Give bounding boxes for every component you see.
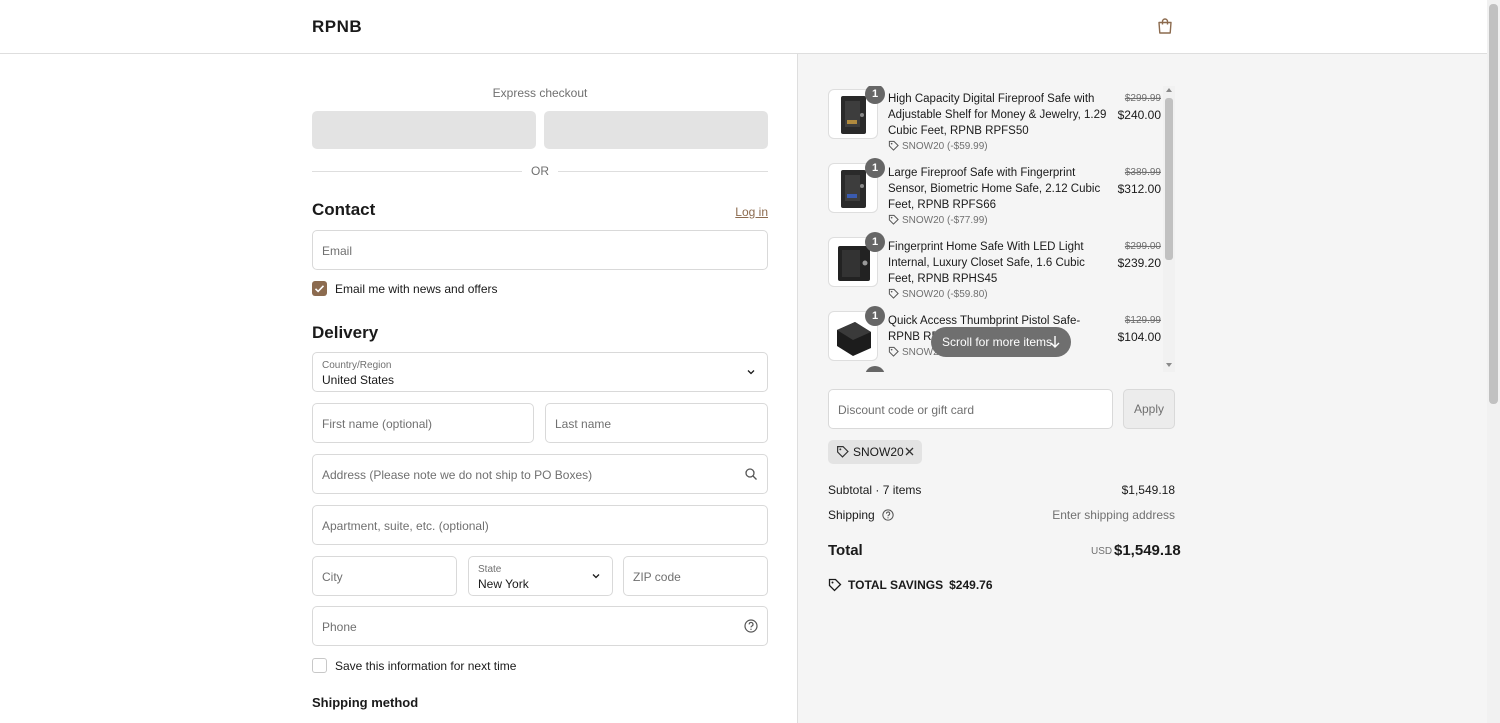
checkout-header: RPNB: [0, 0, 1487, 54]
email-field[interactable]: Email: [312, 230, 768, 270]
close-icon[interactable]: [904, 446, 915, 457]
total-savings: TOTAL SAVINGS $249.76: [828, 578, 993, 592]
total-value: $1,549.18: [1114, 542, 1181, 559]
city-field[interactable]: City: [312, 556, 457, 596]
news-offers-checkbox[interactable]: [312, 281, 327, 296]
tag-icon: [888, 288, 899, 299]
chevron-down-icon: [747, 370, 755, 375]
item-price: $104.00: [1117, 330, 1161, 344]
contact-title: Contact: [312, 200, 376, 219]
express-checkout-label: Express checkout: [492, 86, 588, 100]
item-original-price: $299.99: [1124, 93, 1161, 104]
delivery-title: Delivery: [312, 323, 379, 342]
tag-icon: [837, 446, 849, 458]
quantity-badge: 1: [865, 306, 885, 326]
arrow-down-icon: [1050, 336, 1060, 348]
last-name-field[interactable]: Last name: [545, 403, 768, 443]
item-title: Large Fireproof Safe with Fingerprint Se…: [888, 167, 1101, 211]
save-info-label: Save this information for next time: [335, 659, 517, 673]
applied-code-chip: SNOW20: [828, 440, 922, 464]
items-scrollbar[interactable]: [1163, 86, 1175, 372]
express-pay-button-2[interactable]: [544, 111, 768, 149]
page-scrollbar[interactable]: [1487, 0, 1500, 723]
checkmark-icon: [314, 285, 325, 293]
list-item: 1 Fingerprint Home Safe With LED Light I…: [828, 232, 1163, 304]
item-price: $239.20: [1117, 256, 1161, 270]
quantity-badge: 1: [865, 86, 885, 104]
login-link[interactable]: Log in: [735, 205, 768, 219]
item-title: Fingerprint Home Safe With LED Light Int…: [888, 241, 1085, 285]
first-name-field[interactable]: First name (optional): [312, 403, 534, 443]
list-item: 1 Large Fireproof Safe with Fingerprint …: [828, 158, 1163, 230]
search-icon: [745, 468, 757, 480]
shopping-bag-icon[interactable]: [1156, 17, 1174, 35]
help-circle-icon[interactable]: [744, 619, 758, 633]
country-select[interactable]: Country/Region United States: [312, 352, 768, 392]
total-label: Total: [828, 542, 863, 559]
discount-code-input[interactable]: Discount code or gift card: [828, 389, 1113, 429]
help-circle-icon[interactable]: [882, 509, 894, 521]
quantity-badge: 1: [865, 158, 885, 178]
tag-icon: [888, 140, 899, 151]
chevron-down-icon: [592, 574, 600, 579]
apply-discount-button[interactable]: Apply: [1123, 389, 1175, 429]
item-original-price: $299.00: [1124, 241, 1161, 252]
news-offers-label: Email me with news and offers: [335, 282, 498, 296]
item-original-price: $129.99: [1124, 315, 1161, 326]
item-price: $240.00: [1117, 108, 1161, 122]
tag-icon: [888, 214, 899, 225]
or-divider: OR: [312, 164, 768, 178]
item-title: High Capacity Digital Fireproof Safe wit…: [888, 93, 1107, 137]
address-field[interactable]: Address (Please note we do not ship to P…: [312, 454, 768, 494]
item-discount: SNOW20 (-$59.80): [888, 288, 988, 300]
express-pay-button-1[interactable]: [312, 111, 536, 149]
brand-logo[interactable]: RPNB: [312, 17, 362, 37]
item-discount: SNOW20 (-$77.99): [888, 214, 988, 226]
list-item: 1 High Capacity Digital Fireproof Safe w…: [828, 86, 1163, 156]
currency-code: USD: [1091, 546, 1113, 557]
tag-icon: [888, 346, 899, 357]
scroll-for-more-button[interactable]: Scroll for more items: [931, 327, 1071, 357]
save-info-checkbox[interactable]: [312, 658, 327, 673]
shipping-method-title: Shipping method: [312, 695, 419, 710]
item-discount: SNOW20 (-$59.99): [888, 140, 988, 152]
state-select[interactable]: State New York: [468, 556, 613, 596]
quantity-badge: 1: [865, 232, 885, 252]
item-price: $312.00: [1117, 182, 1161, 196]
zip-field[interactable]: ZIP code: [623, 556, 768, 596]
apartment-field[interactable]: Apartment, suite, etc. (optional): [312, 505, 768, 545]
phone-field[interactable]: Phone: [312, 606, 768, 646]
tag-icon: [828, 578, 842, 592]
item-original-price: $389.99: [1124, 167, 1161, 178]
